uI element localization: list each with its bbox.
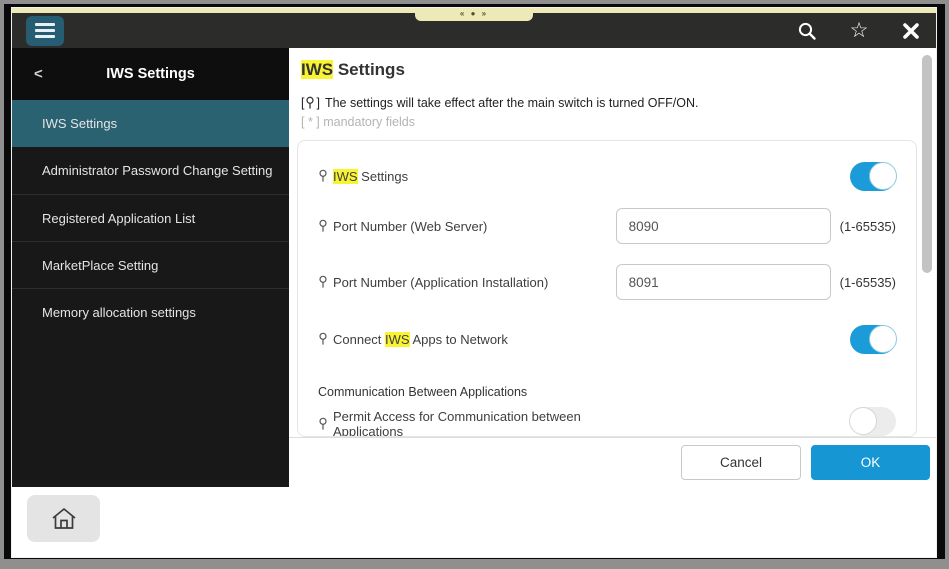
connect-apps-label: Connect IWS Apps to Network [318, 332, 508, 347]
key-icon [318, 332, 328, 346]
status-strip-tab: « ● » [415, 8, 533, 21]
port-web-label: Port Number (Web Server) [318, 219, 616, 234]
bracket-close: ] [316, 96, 319, 110]
sidebar-item-iws-settings[interactable]: IWS Settings [12, 100, 289, 147]
port-web-input[interactable] [616, 208, 831, 244]
sidebar-item-label: MarketPlace Setting [42, 258, 158, 273]
sidebar-item-label: Memory allocation settings [42, 305, 196, 320]
bracket-open: [ [301, 96, 304, 110]
close-button[interactable] [900, 20, 922, 42]
sidebar-item-admin-password[interactable]: Administrator Password Change Setting [12, 147, 289, 194]
device-frame: « ● » ☆ [0, 0, 949, 569]
toggle-knob [849, 407, 877, 435]
ok-button[interactable]: OK [811, 445, 930, 480]
key-icon [318, 219, 328, 233]
port-web-row: Port Number (Web Server) (1-65535) [318, 207, 896, 245]
cancel-button[interactable]: Cancel [681, 445, 801, 480]
iws-settings-label: IWS Settings [318, 169, 408, 184]
key-icon [318, 417, 328, 431]
dialog-footer: Cancel OK [289, 437, 936, 487]
sidebar-item-label: IWS Settings [42, 116, 117, 131]
connect-apps-toggle[interactable] [850, 325, 896, 354]
toggle-knob [869, 162, 897, 190]
connect-apps-row: Connect IWS Apps to Network [318, 321, 896, 357]
sidebar-item-label: Registered Application List [42, 211, 195, 226]
port-app-row: Port Number (Application Installation) (… [318, 263, 896, 301]
label-highlight: IWS [385, 332, 410, 347]
back-button[interactable]: < [28, 62, 49, 87]
label-text: Port Number (Web Server) [333, 219, 487, 234]
page-title: IWS Settings [301, 60, 405, 80]
sidebar-item-registered-applications[interactable]: Registered Application List [12, 194, 289, 241]
port-app-input[interactable] [616, 264, 831, 300]
sidebar: < IWS Settings IWS Settings Administrato… [12, 48, 289, 487]
label-text: Port Number (Application Installation) [333, 275, 548, 290]
label-rest: Apps to Network [410, 332, 508, 347]
label-highlight: IWS [333, 169, 358, 184]
restart-note: [ ] The settings will take effect after … [301, 96, 699, 110]
favorite-button[interactable]: ☆ [848, 20, 870, 42]
sidebar-title: IWS Settings [106, 66, 195, 82]
permit-access-toggle[interactable] [850, 407, 896, 436]
permit-access-row: Permit Access for Communication between … [318, 407, 896, 437]
home-icon [50, 506, 78, 532]
toggle-knob [869, 325, 897, 353]
sidebar-item-memory-allocation[interactable]: Memory allocation settings [12, 288, 289, 335]
key-icon [318, 169, 328, 183]
sidebar-header: < IWS Settings [12, 48, 289, 100]
star-icon: ☆ [850, 21, 869, 41]
scrollbar-thumb[interactable] [922, 55, 932, 273]
restart-note-text: The settings will take effect after the … [325, 96, 699, 110]
settings-panel: IWS Settings Port Number (Web Se [297, 140, 917, 437]
label-line1: Permit Access for Communication between [333, 409, 581, 424]
communication-section-header: Communication Between Applications [318, 383, 896, 401]
search-icon [797, 21, 817, 41]
port-web-range: (1-65535) [840, 219, 896, 234]
label-rest: Settings [358, 169, 409, 184]
page-title-highlight: IWS [301, 60, 333, 79]
home-button[interactable] [27, 495, 100, 542]
key-icon [318, 275, 328, 289]
permit-access-label: Permit Access for Communication between … [318, 409, 581, 437]
page-title-rest: Settings [333, 60, 405, 79]
menu-button[interactable] [26, 16, 64, 46]
system-bar [12, 487, 936, 557]
close-icon [902, 22, 920, 40]
label-pre: Connect [333, 332, 385, 347]
search-button[interactable] [796, 20, 818, 42]
port-app-label: Port Number (Application Installation) [318, 275, 616, 290]
iws-settings-row: IWS Settings [318, 155, 896, 197]
settings-content: IWS Settings [ ] The settings will take … [289, 48, 936, 487]
port-app-range: (1-65535) [840, 275, 896, 290]
sidebar-item-marketplace[interactable]: MarketPlace Setting [12, 241, 289, 288]
mandatory-note: [ * ] mandatory fields [301, 115, 415, 129]
iws-settings-toggle[interactable] [850, 162, 896, 191]
label-line2: Applications [333, 424, 403, 437]
sidebar-item-label: Administrator Password Change Setting [42, 163, 273, 178]
key-icon [305, 96, 315, 110]
screen: « ● » ☆ [12, 8, 936, 557]
